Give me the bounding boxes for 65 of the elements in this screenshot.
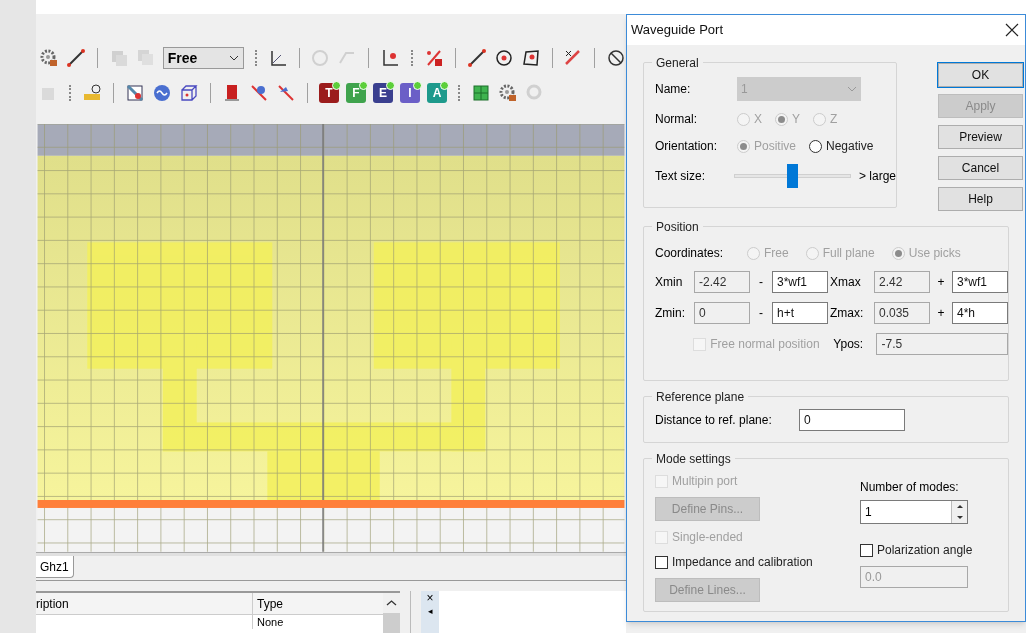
field-label: Normal:: [655, 111, 698, 128]
input-field[interactable]: -7.5: [876, 333, 1008, 355]
input-field[interactable]: 0: [694, 302, 750, 324]
checkbox[interactable]: Polarization angle: [860, 541, 973, 559]
target-icon[interactable]: [493, 48, 514, 69]
input-field[interactable]: -2.42: [694, 271, 750, 293]
operator-label: +: [936, 305, 946, 322]
slash-circle-icon[interactable]: [606, 48, 626, 69]
field-label: Orientation:: [655, 138, 719, 155]
field-label: Xmin: [655, 274, 684, 291]
input-field[interactable]: 4*h: [952, 302, 1008, 324]
input-field[interactable]: h+t: [772, 302, 828, 324]
door-icon[interactable]: [222, 83, 242, 104]
dialog-button[interactable]: Help: [938, 187, 1023, 211]
field-label: Text size:: [655, 168, 706, 185]
window-title: Waveguide Port: [631, 21, 723, 40]
operator-label: +: [936, 274, 946, 291]
column-header[interactable]: ription: [36, 593, 253, 614]
image-icon[interactable]: [125, 83, 145, 104]
line-tool-icon[interactable]: [466, 48, 487, 69]
checkbox[interactable]: Impedance and calibration: [655, 553, 860, 571]
field-label: Ypos:: [833, 336, 865, 353]
field-label: Zmax:: [830, 305, 865, 322]
field-label: Distance to ref. plane:: [655, 411, 773, 429]
number-spinner[interactable]: 1: [860, 500, 968, 524]
solver-button[interactable]: E: [373, 83, 393, 104]
field-label: Name:: [655, 81, 692, 98]
field-label: Number of modes:: [860, 479, 960, 496]
dropdown[interactable]: Free: [162, 47, 244, 70]
cubes-icon[interactable]: [471, 83, 491, 104]
column-header[interactable]: Type: [253, 593, 383, 614]
field-label: Coordinates:: [655, 245, 725, 262]
chevron-icon: [228, 55, 239, 62]
input-field[interactable]: 3*wf1: [772, 271, 828, 293]
solver-button[interactable]: T: [319, 83, 339, 104]
input-field[interactable]: 0: [799, 408, 905, 431]
chevron-icon: [847, 86, 857, 92]
axes-icon[interactable]: [380, 48, 400, 69]
document-tab[interactable]: Ghz1: [36, 556, 74, 579]
field-label: Xmax: [830, 274, 862, 291]
slider-label: > large: [858, 168, 896, 185]
cube-icon[interactable]: [179, 83, 199, 104]
input-field[interactable]: 2.42: [874, 271, 930, 293]
radio-button[interactable]: Negative: [809, 137, 874, 155]
percent-icon[interactable]: [424, 48, 444, 69]
input-field[interactable]: 3*wf1: [952, 271, 1008, 293]
operator-label: -: [758, 305, 764, 322]
gear-icon[interactable]: [498, 83, 518, 104]
solver-button[interactable]: I: [400, 83, 420, 104]
field-label: Zmin:: [655, 305, 686, 322]
close-icon[interactable]: [1005, 23, 1019, 37]
table-cell-text: None: [256, 615, 284, 629]
operator-label: -: [758, 274, 764, 291]
gear-icon[interactable]: [39, 48, 59, 69]
wave-icon[interactable]: [152, 83, 172, 104]
dialog-button[interactable]: OK: [938, 63, 1023, 87]
dialog-button[interactable]: Preview: [938, 125, 1023, 149]
dialog-button[interactable]: Cancel: [938, 156, 1023, 180]
edit-icon[interactable]: [66, 48, 86, 69]
close-button[interactable]: ×: [426, 591, 434, 605]
collapse-button[interactable]: ◂: [427, 605, 433, 617]
slider-thumb[interactable]: [787, 164, 799, 188]
shape-icon[interactable]: [520, 48, 541, 69]
input-field[interactable]: 0.035: [874, 302, 930, 324]
scroll-thumb[interactable]: [383, 613, 400, 633]
